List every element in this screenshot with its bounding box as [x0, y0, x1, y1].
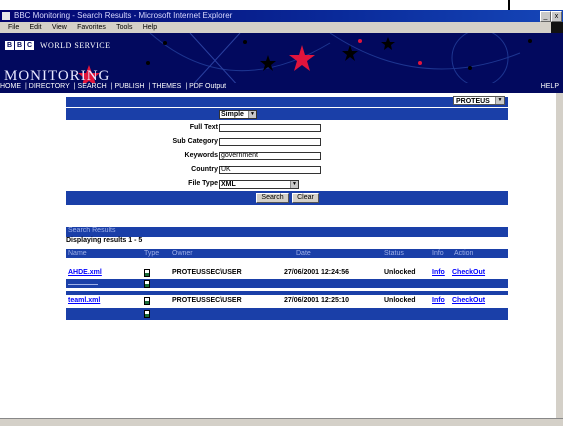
- site-banner: B B C WORLD SERVICE MONITORING: [0, 33, 563, 88]
- link-underline: [68, 284, 98, 285]
- results-title: Search Results: [68, 227, 116, 234]
- window-titlebar: BBC Monitoring - Search Results - Micros…: [0, 10, 563, 22]
- file-owner: PROTEUSSEC\USER: [172, 269, 242, 276]
- file-date: 27/06/2001 12:25:10: [284, 297, 349, 304]
- search-type-select[interactable]: Simple ▼: [219, 110, 257, 119]
- menu-tools[interactable]: Tools: [116, 24, 132, 31]
- world-service-text: WORLD SERVICE: [40, 41, 111, 50]
- results-count-text: Displaying results 1 - 5: [66, 237, 143, 244]
- menu-edit[interactable]: Edit: [30, 24, 42, 31]
- col-info: Info: [432, 250, 444, 257]
- nav-pdf-output[interactable]: PDF Output: [189, 83, 226, 90]
- menu-help[interactable]: Help: [143, 24, 157, 31]
- clear-button[interactable]: Clear: [292, 193, 319, 203]
- col-action: Action: [454, 250, 474, 257]
- search-button[interactable]: Search: [256, 193, 289, 203]
- xml-file-icon: [144, 310, 150, 318]
- keywords-input[interactable]: government: [219, 152, 321, 160]
- file-status: Unlocked: [384, 297, 416, 304]
- menu-file[interactable]: File: [8, 24, 19, 31]
- bbc-logo-b2: B: [15, 41, 24, 50]
- chevron-down-icon: ▼: [248, 111, 256, 118]
- col-name[interactable]: Name: [68, 249, 87, 258]
- table-row: [66, 279, 508, 288]
- vertical-scrollbar[interactable]: [556, 93, 563, 418]
- file-date: 27/06/2001 12:24:56: [284, 269, 349, 276]
- menu-view[interactable]: View: [52, 24, 67, 31]
- full-text-input[interactable]: [219, 124, 321, 132]
- file-status: Unlocked: [384, 269, 416, 276]
- desktop-strip: [0, 0, 563, 10]
- nav-home[interactable]: HOME: [0, 83, 21, 90]
- nav-directory[interactable]: DIRECTORY: [29, 83, 70, 90]
- file-type-select[interactable]: XML ▼: [219, 180, 299, 189]
- user-select-value: PROTEUS: [456, 98, 490, 105]
- file-name-link[interactable]: teaml.xml: [68, 296, 100, 305]
- window-title: BBC Monitoring - Search Results - Micros…: [14, 11, 233, 20]
- bbc-logo-b1: B: [5, 41, 14, 50]
- nav-themes[interactable]: THEMES: [152, 83, 181, 90]
- search-type-value: Simple: [221, 111, 244, 118]
- col-owner[interactable]: Owner: [172, 249, 193, 258]
- table-row: [66, 308, 508, 320]
- file-type-value: XML: [221, 181, 236, 188]
- file-type-label: File Type: [188, 180, 218, 187]
- file-owner: PROTEUSSEC\USER: [172, 297, 242, 304]
- col-date[interactable]: Date: [296, 249, 311, 258]
- cursor-icon: [508, 0, 510, 10]
- checkout-link[interactable]: CheckOut: [452, 268, 485, 277]
- xml-file-icon: [144, 269, 150, 277]
- chevron-down-icon: ▼: [495, 97, 504, 104]
- bbc-logo-c: C: [25, 41, 34, 50]
- close-button[interactable]: x: [551, 11, 562, 22]
- results-header: Search Results: [66, 227, 508, 237]
- menu-favorites[interactable]: Favorites: [77, 24, 106, 31]
- search-form-header: [66, 108, 508, 120]
- info-link[interactable]: Info: [432, 268, 445, 277]
- browser-icon: [2, 12, 10, 20]
- file-name-link[interactable]: AHDE.xml: [68, 268, 102, 277]
- red-star-icon: [289, 45, 315, 71]
- xml-file-icon: [144, 297, 150, 305]
- ie-throbber-icon: [551, 22, 563, 33]
- country-label: Country: [191, 166, 218, 173]
- nav-help[interactable]: HELP: [541, 83, 559, 90]
- col-status: Status: [384, 250, 404, 257]
- col-type: Type: [144, 250, 160, 257]
- row-divider: [66, 291, 508, 295]
- results-column-header: Name Type Owner Date Status Info Action: [66, 249, 508, 258]
- black-star-icon-2: [381, 37, 395, 50]
- full-text-label: Full Text: [189, 124, 218, 131]
- nav-search[interactable]: SEARCH: [78, 83, 107, 90]
- header-row: [66, 97, 508, 107]
- keywords-label: Keywords: [184, 152, 218, 159]
- nav-publish[interactable]: PUBLISH: [115, 83, 145, 90]
- top-nav: HOME | DIRECTORY | SEARCH | PUBLISH | THEMES…: [0, 83, 563, 93]
- chevron-down-icon: ▼: [290, 181, 298, 188]
- sub-category-label: Sub Category: [172, 138, 218, 145]
- table-row: AHDE.xml PROTEUSSEC\USER 27/06/2001 12:2…: [66, 268, 508, 277]
- sub-category-input[interactable]: [219, 138, 321, 146]
- table-row: teaml.xml PROTEUSSEC\USER 27/06/2001 12:…: [66, 296, 508, 305]
- info-link[interactable]: Info: [432, 296, 445, 305]
- checkout-link[interactable]: CheckOut: [452, 296, 485, 305]
- bbc-logo: B B C: [5, 41, 34, 50]
- minimize-button[interactable]: _: [540, 11, 551, 22]
- country-input[interactable]: UK: [219, 166, 321, 174]
- user-select[interactable]: PROTEUS ▼: [453, 96, 505, 105]
- xml-file-icon: [144, 280, 150, 288]
